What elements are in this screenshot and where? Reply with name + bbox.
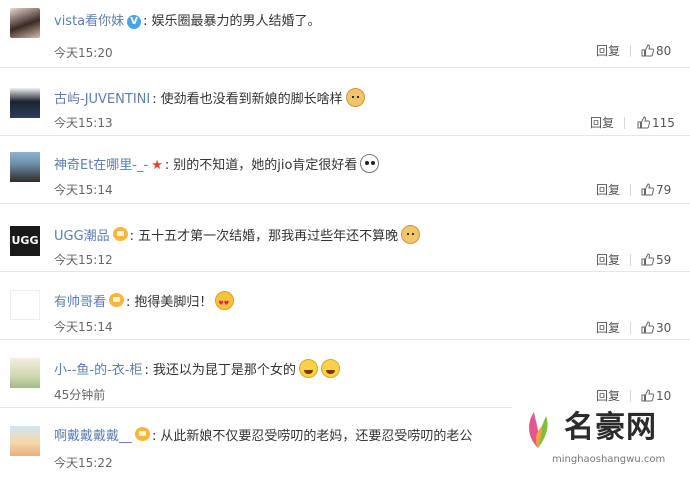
crown-badge-icon [135, 427, 151, 441]
comment-item: UGG UGG潮品: 五十五才第一次结婚，那我再过些年还不算晚 今天15:12 回… [0, 204, 690, 272]
avatar[interactable] [10, 358, 40, 388]
avatar[interactable] [10, 290, 40, 320]
laugh-cry-emoji-icon [320, 359, 340, 378]
comment-text: 五十五才第一次结婚，那我再过些年还不算晚 [138, 229, 399, 244]
like-button[interactable]: 80 [641, 43, 671, 59]
like-button[interactable]: 59 [641, 252, 671, 268]
watermark-name: 名豪网 [564, 410, 657, 445]
like-count: 10 [656, 389, 672, 403]
comment-text: 使劲看也没看到新娘的脚长啥样 [160, 92, 343, 107]
divider [624, 117, 625, 129]
thumbs-up-icon [641, 253, 654, 266]
avatar[interactable] [10, 152, 40, 182]
comment-line: vista看你妹 V: 娱乐圈最暴力的男人结婚了。 [54, 14, 321, 29]
username-link[interactable]: 啊戴戴戴戴__ [54, 429, 132, 444]
comment-line: 神奇Et在哪里-_- ★: 别的不知道，她的jio肯定很好看 [54, 154, 380, 176]
avatar[interactable] [10, 88, 40, 118]
comment-item: 小--鱼-的-衣-柜: 我还以为昆丁是那个女的 45分钟前 回复 10 [0, 340, 690, 408]
comment-time: 今天15:14 [54, 183, 113, 197]
comment-text: 娱乐圈最暴力的男人结婚了。 [151, 14, 321, 29]
comment-text: 别的不知道，她的jio肯定很好看 [173, 158, 358, 173]
leaf-logo-icon [529, 412, 548, 448]
divider [630, 45, 631, 57]
comment-text: 从此新娘不仅要忍受唠叨的老妈，还要忍受唠叨的老公 [160, 429, 473, 444]
comment-line: 有帅哥看: 抱得美脚归！ [54, 291, 235, 314]
comment-line: UGG潮品: 五十五才第一次结婚，那我再过些年还不算晚 [54, 225, 421, 247]
username-link[interactable]: 古屿-JUVENTINI [54, 92, 150, 107]
reply-button[interactable]: 回复 [596, 320, 620, 336]
crown-badge-icon [112, 227, 128, 241]
like-count: 115 [652, 116, 675, 130]
comment-line: 啊戴戴戴戴__: 从此新娘不仅要忍受唠叨的老妈，还要忍受唠叨的老公 [54, 427, 473, 444]
divider [630, 254, 631, 266]
reply-button[interactable]: 回复 [596, 252, 620, 268]
like-count: 30 [656, 321, 672, 335]
like-button[interactable]: 115 [637, 115, 675, 131]
comment-line: 古屿-JUVENTINI: 使劲看也没看到新娘的脚长啥样 [54, 88, 365, 110]
thumbs-up-icon [641, 44, 654, 57]
reply-button[interactable]: 回复 [596, 43, 620, 59]
divider [630, 390, 631, 402]
comment-time: 今天15:12 [54, 253, 113, 267]
comment-text: 我还以为昆丁是那个女的 [152, 363, 296, 378]
thumbs-up-icon [641, 183, 654, 196]
watermark-url: minghaoshangwu.com [552, 454, 666, 465]
comment-time: 45分钟前 [54, 388, 106, 402]
username-link[interactable]: 有帅哥看 [54, 295, 106, 310]
username-link[interactable]: 神奇Et在哪里-_- [54, 158, 148, 173]
avatar[interactable]: UGG [10, 226, 40, 256]
reply-button[interactable]: 回复 [596, 182, 620, 198]
comment-time: 今天15:22 [54, 456, 113, 470]
verified-badge-icon: V [127, 15, 142, 29]
laugh-cry-emoji-icon [298, 359, 318, 378]
like-count: 80 [656, 44, 672, 58]
divider [630, 322, 631, 334]
watermark: 名豪网 minghaoshangwu.com [512, 402, 690, 478]
crown-badge-icon [109, 293, 125, 307]
avatar-logo-text: UGG [11, 234, 39, 247]
username-link[interactable]: vista看你妹 [54, 14, 124, 29]
star-badge-icon: ★ [151, 158, 163, 173]
comment-text: 抱得美脚归！ [134, 295, 213, 310]
comment-item: 古屿-JUVENTINI: 使劲看也没看到新娘的脚长啥样 今天15:13 回复 1… [0, 68, 690, 136]
doge-emoji-icon [345, 88, 365, 107]
panda-emoji-icon [360, 154, 380, 173]
avatar[interactable] [10, 426, 40, 456]
doge-emoji-icon [401, 225, 421, 244]
like-count: 79 [656, 183, 672, 197]
like-button[interactable]: 30 [641, 320, 671, 336]
username-link[interactable]: 小--鱼-的-衣-柜 [54, 363, 142, 378]
comment-time: 今天15:13 [54, 116, 113, 130]
divider [630, 184, 631, 196]
comment-item: 有帅哥看:抱得美脚归！ 今天15:14 回复 30 [0, 272, 690, 340]
thumbs-up-icon [641, 389, 654, 402]
like-button[interactable]: 79 [641, 182, 671, 198]
comment-time: 今天15:20 [54, 46, 113, 60]
heart-eyes-emoji-icon [215, 291, 235, 314]
comment-line: 小--鱼-的-衣-柜: 我还以为昆丁是那个女的 [54, 359, 340, 381]
comment-item: vista看你妹 V: 娱乐圈最暴力的男人结婚了。 今天15:20 回复 80 [0, 0, 690, 68]
comment-time: 今天15:14 [54, 320, 113, 334]
comment-item: 神奇Et在哪里-_- ★: 别的不知道，她的jio肯定很好看 今天15:14 回复 … [0, 136, 690, 204]
username-link[interactable]: UGG潮品 [54, 229, 110, 244]
thumbs-up-icon [637, 116, 650, 129]
reply-button[interactable]: 回复 [590, 115, 614, 131]
thumbs-up-icon [641, 321, 654, 334]
avatar[interactable] [10, 8, 40, 38]
like-count: 59 [656, 253, 672, 267]
